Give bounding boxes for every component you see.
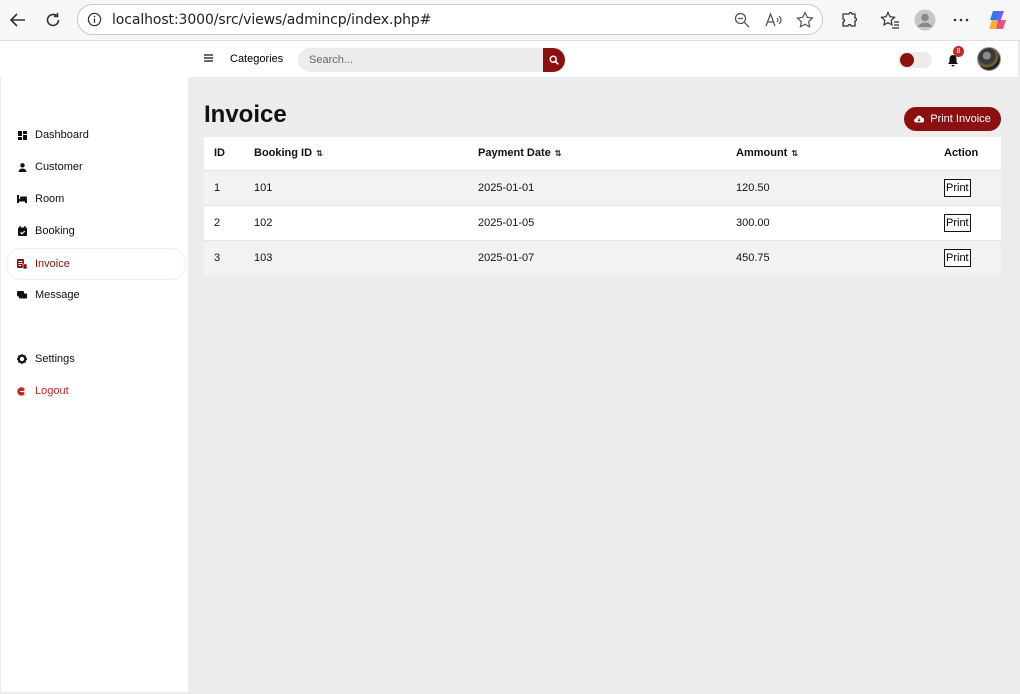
search-button[interactable]	[543, 48, 565, 72]
page-title: Invoice	[204, 101, 287, 128]
sidebar-item-label: Room	[35, 193, 65, 205]
browser-toolbar: localhost:3000/src/views/admincp/index.p…	[0, 0, 1020, 40]
search-input[interactable]	[298, 48, 544, 72]
cell-amount: 300.00	[726, 204, 934, 240]
dashboard-icon	[7, 130, 35, 140]
cell-payment-date: 2025-01-01	[468, 169, 726, 205]
column-header-action: Action	[934, 137, 1001, 170]
sidebar-item-label: Dashboard	[35, 129, 89, 141]
sidebar-item-invoice[interactable]: Invoice	[7, 249, 185, 279]
cell-action: Print	[934, 239, 1001, 275]
sidebar-item-label: Logout	[35, 385, 69, 397]
cell-id: 1	[204, 169, 244, 205]
toggle-knob	[900, 53, 914, 67]
reload-button[interactable]	[41, 8, 65, 32]
copilot-button[interactable]	[986, 8, 1010, 32]
profile-icon	[914, 9, 936, 31]
cell-booking-id: 102	[244, 204, 468, 240]
cell-action: Print	[934, 169, 1001, 205]
hamburger-menu-icon[interactable]	[204, 51, 216, 65]
notification-count-badge: 8	[953, 46, 964, 57]
print-row-button[interactable]: Print	[944, 178, 971, 197]
sort-icon[interactable]: ⇅	[555, 149, 562, 158]
cell-booking-id: 101	[244, 169, 468, 205]
table-row: 2 102 2025-01-05 300.00 Print	[204, 204, 1001, 240]
invoice-table: ID Booking ID ⇅ Payment Date ⇅ Ammount ⇅ Ac…	[204, 137, 1001, 275]
sidebar-item-label: Customer	[35, 161, 83, 173]
puzzle-icon	[842, 11, 858, 27]
profile-button[interactable]	[913, 8, 937, 32]
sidebar-item-booking[interactable]: Booking	[7, 216, 185, 246]
calendar-icon	[7, 226, 35, 236]
cell-amount: 120.50	[726, 169, 934, 205]
sidebar-item-label: Invoice	[35, 258, 70, 270]
address-bar[interactable]: localhost:3000/src/views/admincp/index.p…	[77, 4, 823, 35]
cell-action: Print	[934, 204, 1001, 240]
cell-booking-id: 103	[244, 239, 468, 275]
categories-link[interactable]: Categories	[230, 53, 283, 65]
invoice-icon	[7, 259, 35, 269]
favorites-list-icon	[880, 11, 899, 29]
back-arrow-icon	[9, 13, 25, 27]
sidebar-item-label: Booking	[35, 225, 75, 237]
message-icon	[7, 290, 35, 300]
sort-icon[interactable]: ⇅	[791, 149, 798, 158]
reload-icon	[46, 13, 60, 27]
cell-payment-date: 2025-01-07	[468, 239, 726, 275]
sort-icon[interactable]: ⇅	[316, 149, 323, 158]
info-icon[interactable]	[87, 12, 102, 27]
table-row: 3 103 2025-01-07 450.75 Print	[204, 239, 1001, 275]
print-row-button[interactable]: Print	[944, 213, 971, 232]
zoom-out-icon[interactable]	[734, 12, 750, 28]
sidebar-item-label: Message	[35, 289, 80, 301]
sidebar-item-label: Settings	[35, 353, 75, 365]
bed-icon	[7, 195, 35, 203]
column-header-id: ID	[204, 137, 244, 170]
sidebar-item-settings[interactable]: Settings	[7, 344, 185, 374]
column-header-amount[interactable]: Ammount ⇅	[726, 137, 934, 170]
cell-id: 2	[204, 204, 244, 240]
read-aloud-icon[interactable]	[765, 12, 783, 28]
cloud-download-icon	[914, 115, 925, 123]
column-header-payment-date[interactable]: Payment Date ⇅	[468, 137, 726, 170]
sidebar-item-customer[interactable]: Customer	[7, 152, 185, 182]
sidebar-item-logout[interactable]: Logout	[7, 376, 185, 406]
table-row: 1 101 2025-01-01 120.50 Print	[204, 169, 1001, 205]
back-button[interactable]	[6, 8, 30, 32]
favorite-star-icon[interactable]	[796, 11, 814, 29]
extensions-button[interactable]	[837, 8, 861, 32]
cell-payment-date: 2025-01-05	[468, 204, 726, 240]
search-form	[298, 48, 565, 72]
more-options-button[interactable]	[949, 8, 973, 32]
favorites-button[interactable]	[878, 8, 902, 32]
admin-app: Categories 8 Dashboard Customer Room Boo…	[0, 40, 1020, 694]
ellipsis-icon	[953, 18, 969, 22]
column-header-booking-id[interactable]: Booking ID ⇅	[244, 137, 468, 170]
user-icon	[7, 162, 35, 172]
gear-icon	[7, 354, 35, 364]
cell-amount: 450.75	[726, 239, 934, 275]
copilot-icon	[989, 11, 1006, 29]
sidebar-item-room[interactable]: Room	[7, 184, 185, 214]
print-invoice-button[interactable]: Print Invoice	[904, 107, 1001, 131]
url-text: localhost:3000/src/views/admincp/index.p…	[112, 12, 432, 28]
print-invoice-label: Print Invoice	[930, 113, 991, 125]
user-avatar[interactable]	[977, 47, 1001, 71]
theme-toggle[interactable]	[898, 52, 932, 68]
table-header-row: ID Booking ID ⇅ Payment Date ⇅ Ammount ⇅ Ac…	[204, 137, 1001, 170]
sidebar-item-message[interactable]: Message	[7, 280, 185, 310]
sidebar-item-dashboard[interactable]: Dashboard	[7, 120, 185, 150]
logout-icon	[7, 386, 35, 396]
search-icon	[549, 55, 559, 65]
cell-id: 3	[204, 239, 244, 275]
print-row-button[interactable]: Print	[944, 248, 971, 267]
